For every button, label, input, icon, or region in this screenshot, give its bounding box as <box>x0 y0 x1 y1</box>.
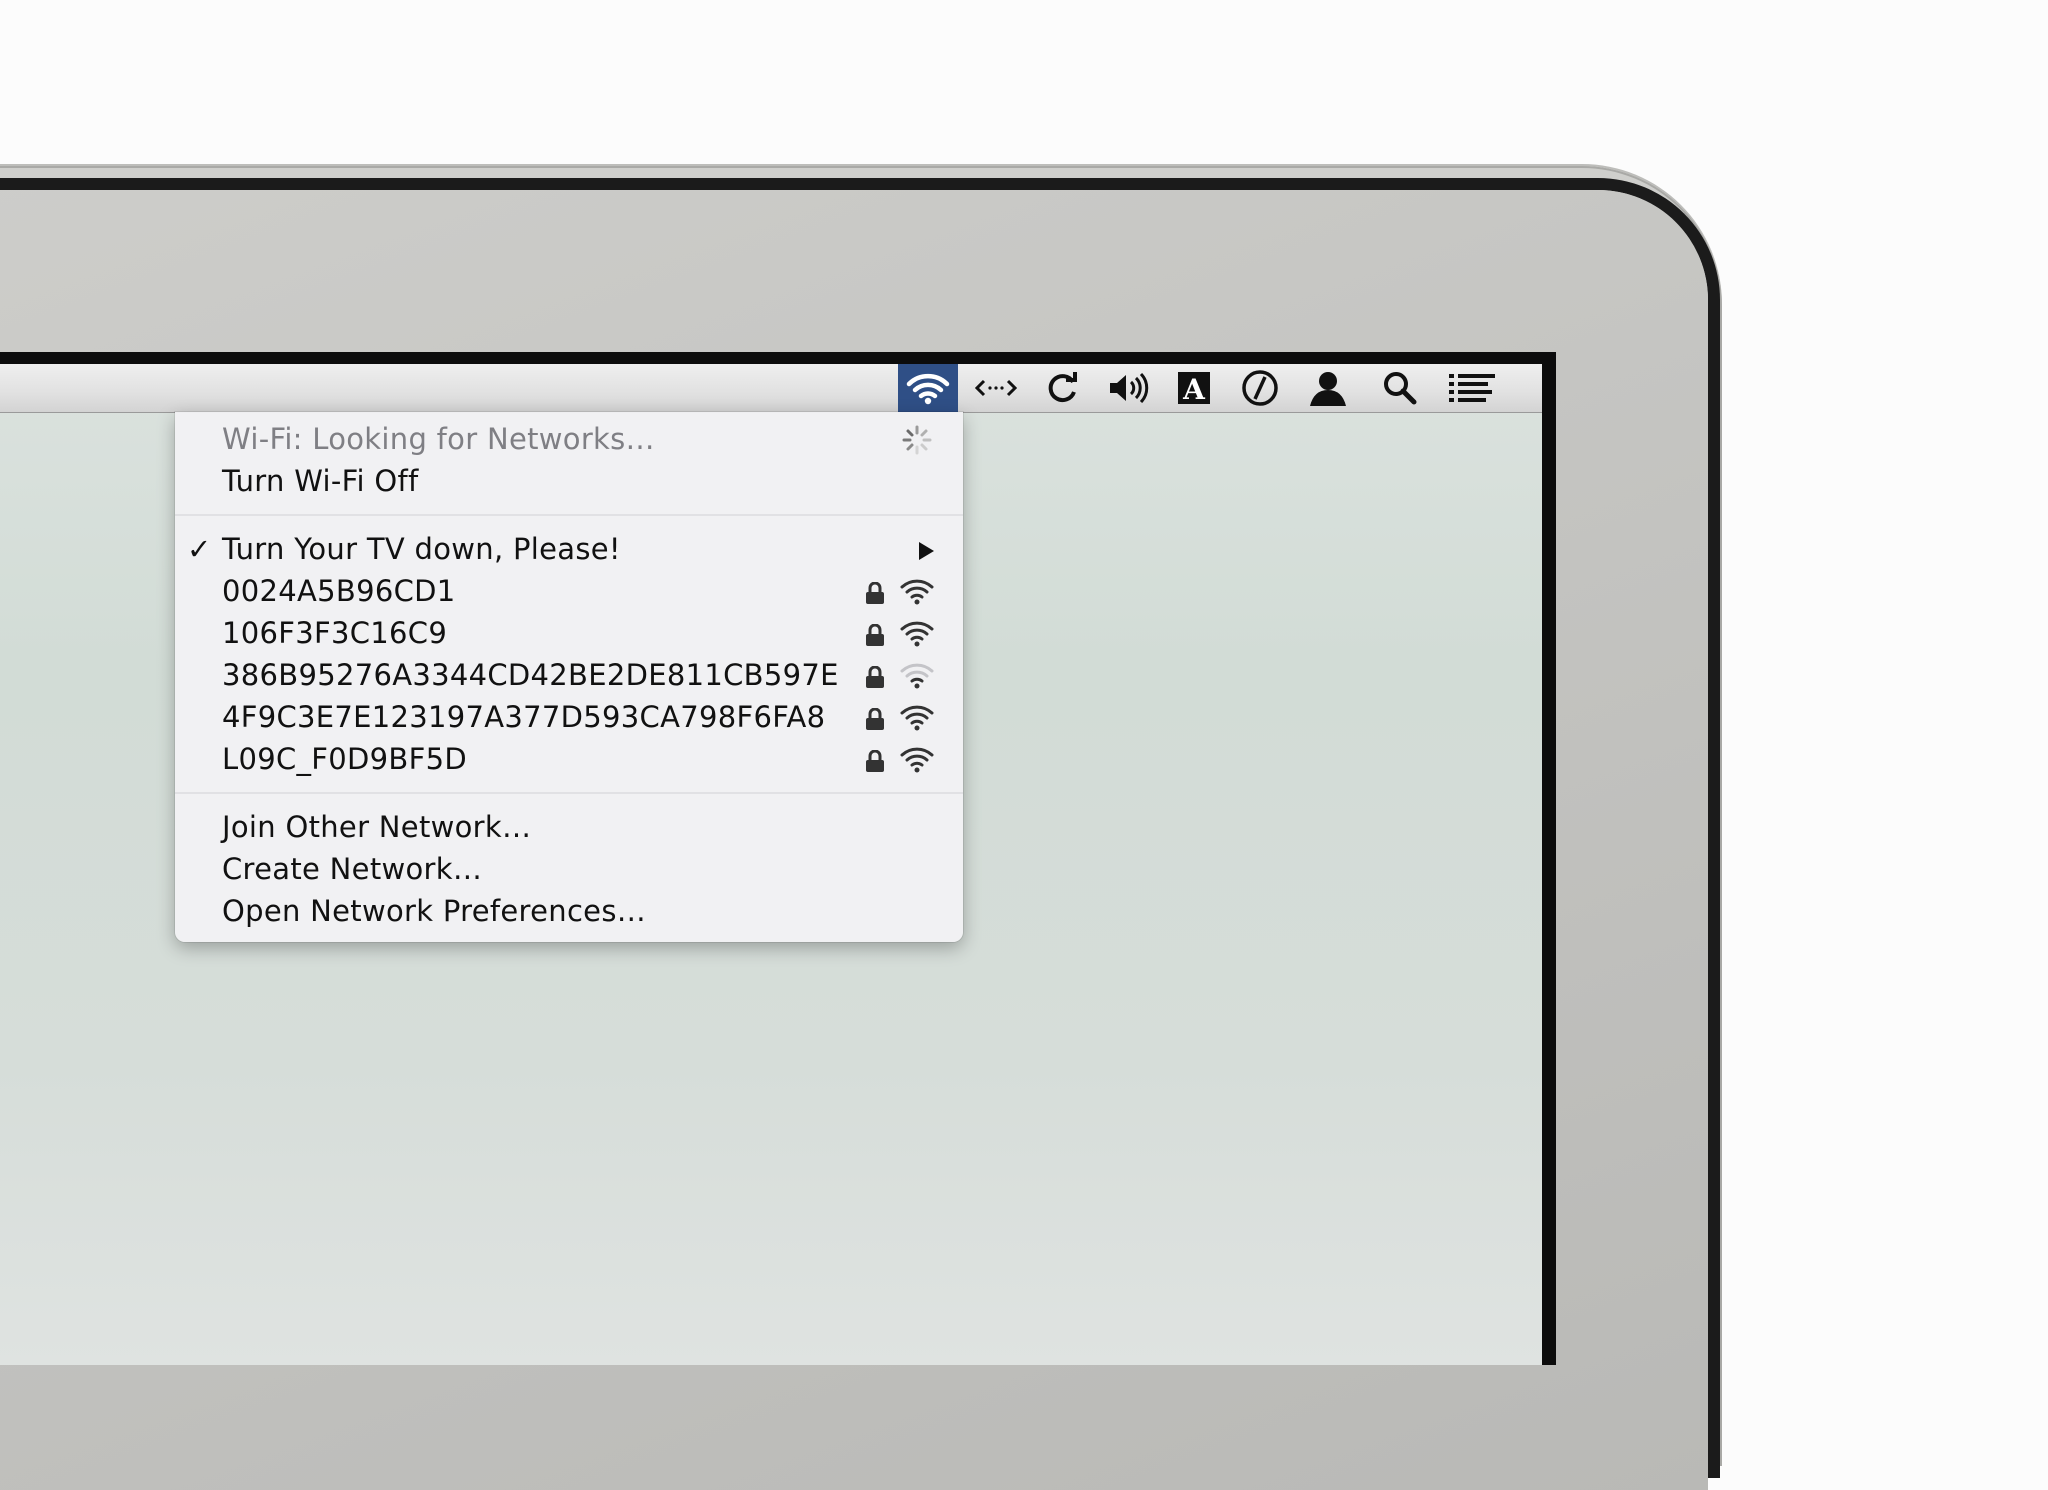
separator <box>175 514 963 516</box>
volume-icon[interactable] <box>1098 364 1158 412</box>
clock-icon[interactable] <box>1230 364 1290 412</box>
spinner-icon <box>902 425 932 455</box>
lock-icon <box>866 666 884 688</box>
join-other-network-item[interactable]: Join Other Network… <box>175 806 963 848</box>
network-name: L09C_F0D9BF5D <box>222 742 467 776</box>
turn-wifi-off-item[interactable]: Turn Wi-Fi Off <box>175 460 963 502</box>
menu-bar: A <box>0 364 1542 413</box>
current-network-label: Turn Your TV down, Please! <box>222 532 621 566</box>
create-network-label: Create Network… <box>222 852 483 886</box>
time-machine-icon[interactable] <box>1032 364 1092 412</box>
lock-icon <box>866 624 884 646</box>
open-network-preferences-item[interactable]: Open Network Preferences… <box>175 890 963 932</box>
network-item[interactable]: 106F3F3C16C9 <box>175 612 963 654</box>
desktop-screen: A Wi-Fi: Looking for Networks… Turn Wi-F… <box>0 364 1542 1365</box>
network-item[interactable]: 0024A5B96CD1 <box>175 570 963 612</box>
signal-strength-icon <box>900 663 934 689</box>
user-icon[interactable] <box>1298 364 1358 412</box>
network-item[interactable]: 386B95276A3344CD42BE2DE811CB597E <box>175 654 963 696</box>
wifi-status-label: Wi-Fi: Looking for Networks… <box>222 422 655 456</box>
arrows-icon[interactable] <box>966 364 1026 412</box>
open-network-preferences-label: Open Network Preferences… <box>222 894 647 928</box>
lock-icon <box>866 708 884 730</box>
network-name: 386B95276A3344CD42BE2DE811CB597E <box>222 658 839 692</box>
network-name: 4F9C3E7E123197A377D593CA798F6FA8 <box>222 700 826 734</box>
checkmark-icon: ✓ <box>187 532 212 566</box>
join-other-network-label: Join Other Network… <box>222 810 532 844</box>
wifi-icon[interactable] <box>898 364 958 412</box>
submenu-arrow-icon <box>919 542 934 560</box>
notification-center-icon[interactable] <box>1442 364 1502 412</box>
spotlight-search-icon[interactable] <box>1370 364 1430 412</box>
network-item[interactable]: L09C_F0D9BF5D <box>175 738 963 780</box>
svg-text:A: A <box>1182 373 1206 405</box>
wifi-dropdown-menu: Wi-Fi: Looking for Networks… Turn Wi-Fi … <box>175 412 963 942</box>
signal-strength-icon <box>900 747 934 773</box>
current-network-item[interactable]: ✓ Turn Your TV down, Please! <box>175 528 963 570</box>
lock-icon <box>866 582 884 604</box>
signal-strength-icon <box>900 705 934 731</box>
wifi-status: Wi-Fi: Looking for Networks… <box>175 418 963 460</box>
signal-strength-icon <box>900 579 934 605</box>
network-name: 0024A5B96CD1 <box>222 574 456 608</box>
network-item[interactable]: 4F9C3E7E123197A377D593CA798F6FA8 <box>175 696 963 738</box>
separator <box>175 792 963 794</box>
signal-strength-icon <box>900 621 934 647</box>
network-name: 106F3F3C16C9 <box>222 616 448 650</box>
input-source-icon[interactable]: A <box>1164 364 1224 412</box>
lock-icon <box>866 750 884 772</box>
turn-wifi-off-label: Turn Wi-Fi Off <box>222 464 419 498</box>
create-network-item[interactable]: Create Network… <box>175 848 963 890</box>
